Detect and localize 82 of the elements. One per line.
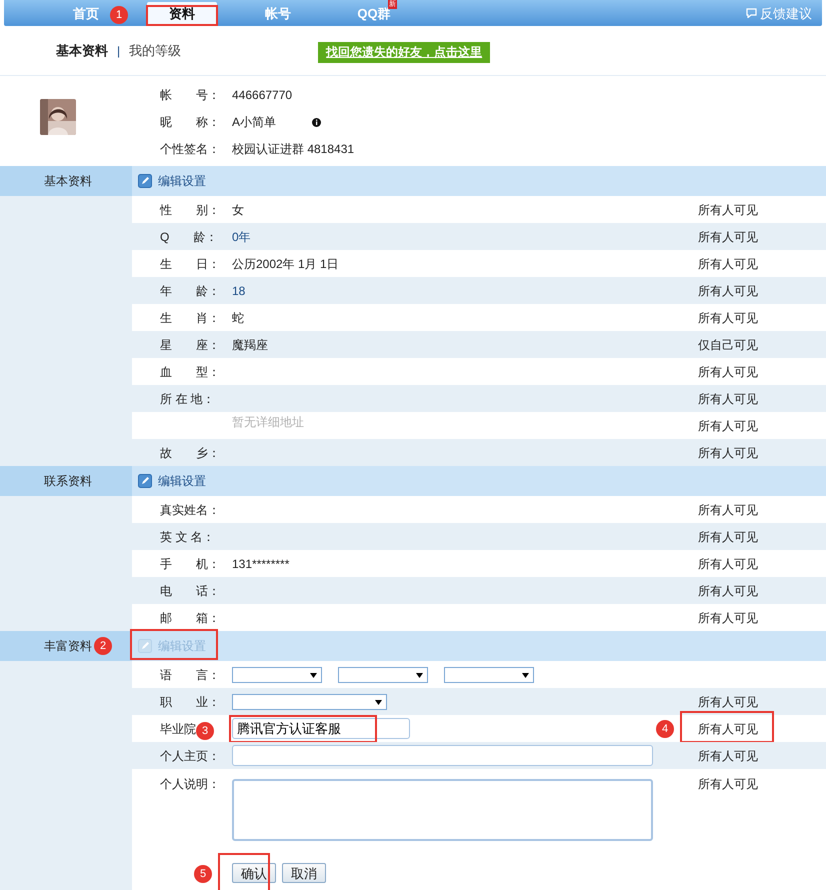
caret-icon (522, 672, 529, 678)
field-label: 性 别： (160, 202, 220, 216)
field-label: Q 龄： (160, 230, 218, 244)
field-value: 18 (232, 284, 246, 298)
annotation-marker: 2 (94, 637, 112, 655)
edit-icon (138, 174, 152, 188)
visibility-label: 所有人可见 (698, 584, 758, 598)
field-value: 446667770 (232, 87, 292, 104)
visibility-label: 所有人可见 (698, 392, 758, 406)
edit-settings-button[interactable]: 编辑设置 (138, 472, 206, 490)
annotation-marker: 5 (194, 865, 212, 883)
edit-settings-button[interactable]: 编辑设置 (138, 172, 206, 190)
section-title: 丰富资料 (44, 638, 92, 655)
field-label: 语 言： (160, 668, 220, 682)
subnav-link[interactable]: 我的等级 (129, 40, 182, 60)
visibility-label: 所有人可见 (698, 748, 758, 762)
field-value: 校园认证进群 4818431 (232, 141, 354, 158)
field-value: 蛇 (232, 310, 244, 324)
annotation-marker: 1 (110, 6, 128, 24)
field-label: 邮 箱： (160, 610, 220, 624)
field-value: 公历2002年 1月 1日 (232, 256, 339, 270)
field-label: 真实姓名： (160, 502, 220, 516)
address-note: 暂无详细地址 (232, 414, 305, 430)
separator: | (117, 42, 120, 60)
field-label: 个人主页： (160, 748, 220, 762)
visibility-label: 所有人可见 (698, 777, 758, 791)
dropdown[interactable] (338, 666, 428, 682)
visibility-label: 所有人可见 (698, 284, 758, 298)
field-label: 电 话： (160, 584, 220, 598)
field-value: 0年 (232, 230, 251, 244)
edit-icon (138, 474, 152, 488)
field-label: 昵 称： (160, 114, 221, 131)
field-label: 职 业： (160, 694, 220, 708)
visibility-label: 所有人可见 (698, 256, 758, 270)
visibility-label: 所有人可见 (698, 556, 758, 570)
visibility-label: 所有人可见 (698, 722, 758, 736)
visibility-label: 所有人可见 (698, 694, 758, 708)
field-label: 手 机： (160, 556, 220, 570)
visibility-label: 所有人可见 (698, 610, 758, 624)
visibility-label: 所有人可见 (698, 230, 758, 244)
field-label: 年 龄： (160, 284, 220, 298)
annotation-marker: 3 (196, 722, 214, 740)
form-button[interactable]: 确认 (232, 863, 276, 883)
field-label: 个性签名： (160, 141, 221, 158)
field-label: 生 肖： (160, 310, 220, 324)
field-label: 帐 号： (160, 87, 221, 104)
text-field[interactable]: 腾讯官方认证客服 (232, 718, 410, 739)
section-title: 联系资料 (44, 473, 92, 490)
section-title: 基本资料 (44, 173, 92, 190)
form-button[interactable]: 取消 (282, 863, 326, 883)
field-value: 魔羯座 (232, 338, 268, 352)
caret-icon (375, 700, 382, 704)
field-label: 血 型： (160, 364, 220, 378)
visibility-label: 仅自己可见 (698, 338, 758, 352)
visibility-label: 所有人可见 (698, 202, 758, 216)
visibility-label: 所有人可见 (698, 502, 758, 516)
caret-icon (310, 672, 317, 678)
text-field[interactable] (232, 745, 653, 766)
text-area[interactable] (232, 779, 653, 841)
field-label: 个人说明： (160, 777, 220, 791)
field-label: 故 乡： (160, 446, 220, 460)
subnav-link[interactable]: 基本资料 (56, 40, 108, 60)
dropdown[interactable] (232, 694, 387, 710)
visibility-label: 所有人可见 (698, 310, 758, 324)
annotation-marker: 4 (656, 720, 674, 738)
field-label: 所 在 地： (160, 392, 215, 406)
speech-bubble-icon (746, 8, 757, 18)
field-label: 生 日： (160, 256, 220, 270)
field-label: 英 文 名： (160, 530, 215, 544)
visibility-label: 所有人可见 (698, 530, 758, 544)
visibility-label: 所有人可见 (698, 364, 758, 378)
visibility-label: 所有人可见 (698, 418, 758, 432)
edit-icon (138, 639, 152, 653)
field-value: A小简单 (232, 114, 276, 131)
caret-icon (416, 672, 423, 678)
dropdown[interactable] (444, 666, 534, 682)
field-label: 毕业院 (160, 722, 196, 736)
field-value: 女 (232, 202, 244, 216)
field-value: 131******** (232, 556, 290, 570)
field-label: 星 座： (160, 338, 220, 352)
visibility-label: 所有人可见 (698, 446, 758, 460)
dropdown[interactable] (232, 666, 322, 682)
